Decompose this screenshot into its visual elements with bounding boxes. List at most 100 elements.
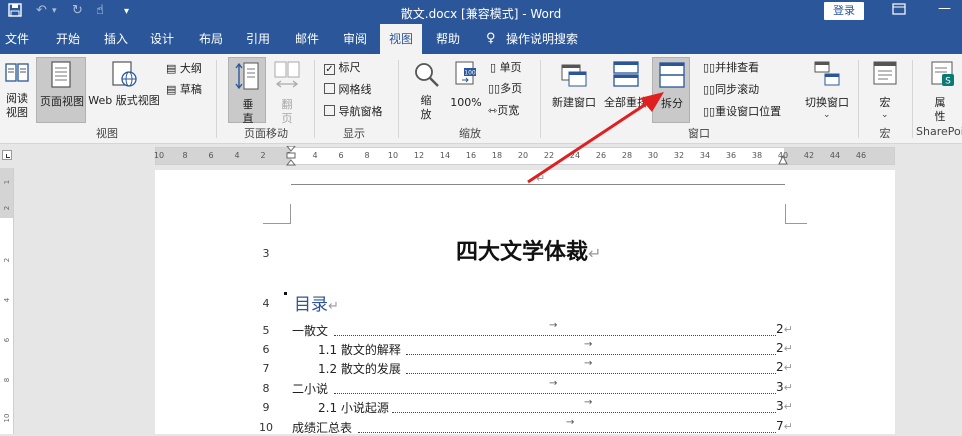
ruler-tick-label: 34 <box>699 151 711 160</box>
line-number: 8 <box>262 382 270 395</box>
ruler-tick-label: 4 <box>234 151 240 160</box>
tab-help[interactable]: 帮助 <box>428 24 468 54</box>
tab-view[interactable]: 视图 <box>380 24 422 54</box>
web-layout-button[interactable]: Web 版式视图 <box>86 58 162 124</box>
print-layout-icon <box>51 61 71 88</box>
tab-mark: → <box>549 320 558 331</box>
ruler-tick-label: 18 <box>491 151 503 160</box>
checkbox-icon <box>324 105 335 116</box>
switch-windows-button[interactable]: 切换窗口 ⌄ <box>800 58 854 124</box>
ruler-tick-label: 16 <box>465 151 477 160</box>
side-to-side-label: 翻页 <box>281 98 293 125</box>
ruler-tick-label: 2 <box>260 151 266 160</box>
tab-mark: → <box>566 417 575 428</box>
ribbon-display-options-icon[interactable] <box>892 3 906 19</box>
gridlines-checkbox[interactable]: 网格线 <box>324 83 372 97</box>
side-to-side-icon <box>274 61 300 88</box>
ruler-checkbox[interactable]: ✓ 标尺 <box>324 61 361 75</box>
margin-corner-left <box>263 204 291 224</box>
tab-home[interactable]: 开始 <box>48 24 88 54</box>
tab-references[interactable]: 引用 <box>238 24 278 54</box>
new-window-label: 新建窗口 <box>552 96 596 109</box>
toc-entry[interactable]: 1.2 散文的发展 <box>318 360 401 377</box>
ruler-tick-label: 14 <box>439 151 451 160</box>
toc-entry[interactable]: 1.1 散文的解释 <box>318 341 401 358</box>
login-button[interactable]: 登录 <box>824 2 864 20</box>
multiple-pages-button[interactable]: ▯▯多页 <box>488 82 522 96</box>
svg-text:100: 100 <box>464 70 476 77</box>
heading-bullet <box>284 292 287 295</box>
sharepoint-group-label: SharePoi <box>916 125 962 138</box>
margin-corner-right <box>785 204 807 224</box>
window-group-label: 窗口 <box>688 127 710 140</box>
zoom-100-button[interactable]: 100 100% <box>448 58 484 124</box>
read-mode-button[interactable]: 阅读视图 <box>0 58 34 124</box>
separator <box>858 60 859 138</box>
ruler-tick-label: 8 <box>364 151 370 160</box>
chevron-down-icon: ⌄ <box>823 110 831 120</box>
properties-label: 属性 <box>934 96 946 123</box>
ruler-tick-label: 36 <box>725 151 737 160</box>
tab-layout[interactable]: 布局 <box>191 24 231 54</box>
tab-design[interactable]: 设计 <box>142 24 182 54</box>
toc-entry[interactable]: 一散文 <box>292 322 328 339</box>
svg-text:S: S <box>945 77 951 87</box>
page-movement-group-label: 页面移动 <box>244 127 288 140</box>
print-layout-label: 页面视图 <box>40 95 84 108</box>
paragraph-mark: ↵ <box>536 172 546 185</box>
tab-mark: → <box>549 378 558 389</box>
split-icon <box>659 62 685 88</box>
toc-entry[interactable]: 二小说 <box>292 380 328 397</box>
document-title[interactable]: 四大文学体裁↵ <box>456 234 601 266</box>
new-window-button[interactable]: 新建窗口 <box>548 58 600 124</box>
ruler-tick-label: 8 <box>182 151 188 160</box>
zoom-label: 缩放 <box>420 94 432 121</box>
outline-button[interactable]: ▤ 大纲 <box>166 62 202 76</box>
toc-entry[interactable]: 成绩汇总表 <box>292 419 352 436</box>
tell-me-search[interactable]: 操作说明搜索 <box>506 24 586 54</box>
horizontal-ruler[interactable]: 1086422468101214161820222426283032343638… <box>154 146 895 166</box>
macros-icon <box>873 61 897 85</box>
views-group-label: 视图 <box>96 127 118 140</box>
page-width-icon: ⇿ <box>488 104 498 117</box>
zoom-button[interactable]: 缩放 <box>406 58 446 124</box>
toc-entry[interactable]: 2.1 小说起源 <box>318 399 389 416</box>
line-number: 4 <box>262 297 270 310</box>
window-title: 散文.docx [兼容模式] - Word <box>400 7 562 21</box>
tab-review[interactable]: 审阅 <box>335 24 375 54</box>
tab-file[interactable]: 文件 <box>0 24 34 54</box>
vertical-button[interactable]: 垂直 <box>228 57 266 125</box>
arrange-all-button[interactable]: 全部重排 <box>601 58 651 124</box>
right-indent-marker-icon[interactable] <box>778 154 788 166</box>
ruler-tick-label: 32 <box>673 151 685 160</box>
properties-button[interactable]: S 属性 <box>918 58 962 124</box>
macros-button[interactable]: 宏 ⌄ <box>864 58 906 124</box>
minimize-icon[interactable]: — <box>938 1 951 16</box>
read-mode-label: 阅读视图 <box>6 92 28 119</box>
tab-selector[interactable] <box>2 150 12 160</box>
sync-scroll-icon: ▯▯ <box>703 83 716 96</box>
tab-mark: → <box>584 358 593 369</box>
page-width-button[interactable]: ⇿页宽 <box>488 104 519 118</box>
draft-button[interactable]: ▤ 草稿 <box>166 83 202 97</box>
toc-heading[interactable]: 目录↵ <box>294 290 339 315</box>
switch-windows-icon <box>814 61 840 86</box>
line-number: 5 <box>262 324 270 337</box>
ruler-tick-label: 30 <box>647 151 659 160</box>
one-page-button[interactable]: ▯ 单页 <box>490 61 522 75</box>
ruler-tick-label: 20 <box>517 151 529 160</box>
line-number: 6 <box>262 343 270 356</box>
macros-label: 宏 <box>879 96 891 109</box>
print-layout-button[interactable]: 页面视图 <box>36 57 86 123</box>
checkbox-icon <box>324 83 335 94</box>
vertical-label: 垂直 <box>242 98 254 125</box>
tab-mailings[interactable]: 邮件 <box>287 24 327 54</box>
zoom-100-label: 100% <box>450 96 482 109</box>
separator <box>314 60 315 138</box>
show-group-label: 显示 <box>343 127 365 140</box>
nav-pane-checkbox[interactable]: 导航窗格 <box>324 105 383 119</box>
tab-insert[interactable]: 插入 <box>96 24 136 54</box>
indent-marker-icon[interactable] <box>286 146 296 166</box>
vertical-ruler[interactable]: 1 2 2 4 6 8 10 <box>0 168 14 434</box>
split-button[interactable]: 拆分 <box>652 57 690 123</box>
